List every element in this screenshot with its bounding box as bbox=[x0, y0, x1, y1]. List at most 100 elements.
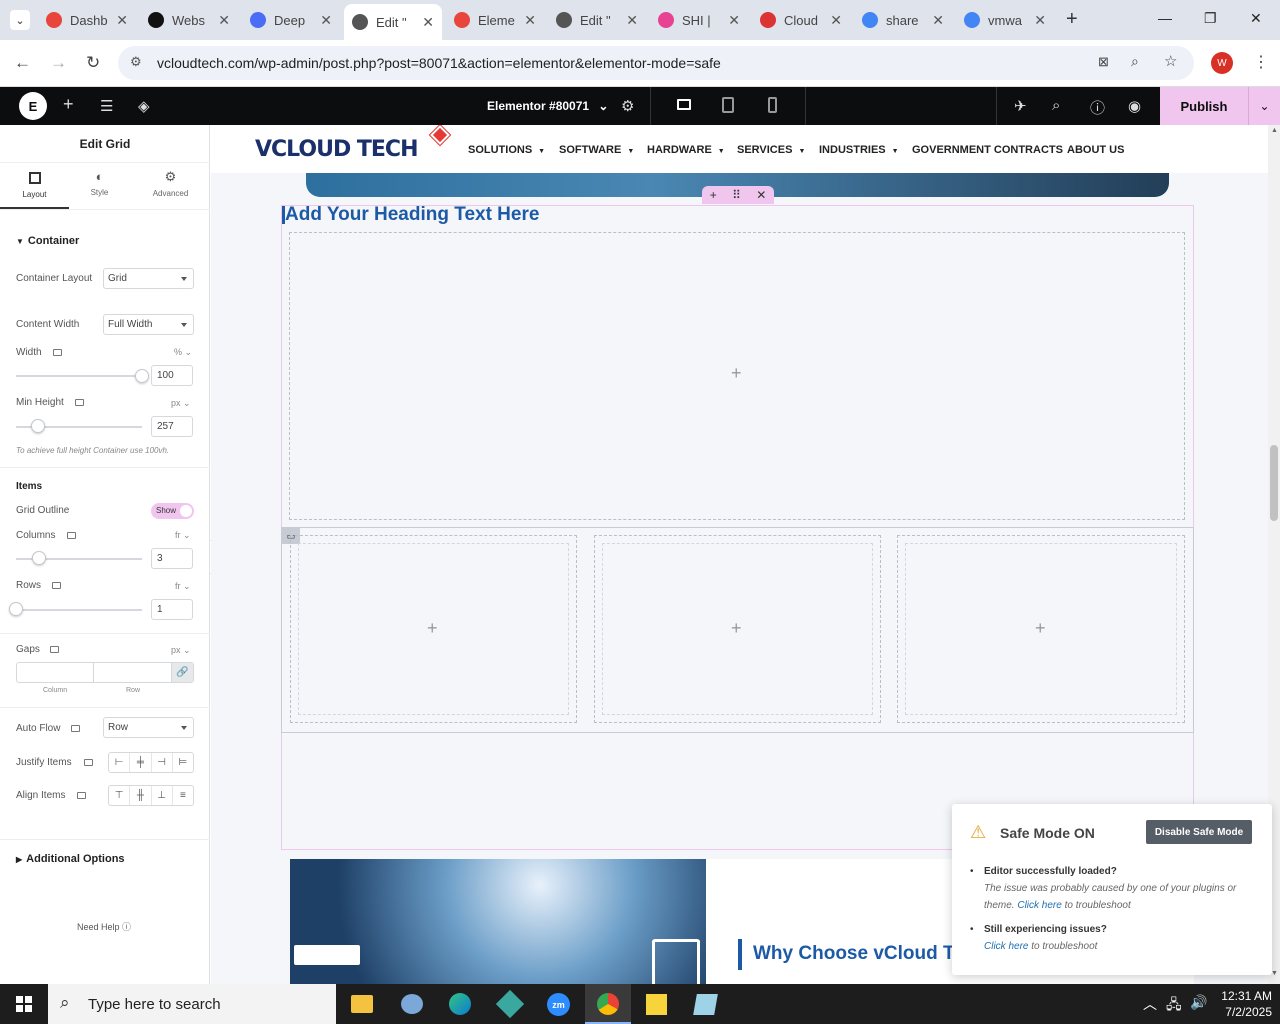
site-menu-item[interactable]: GOVERNMENT CONTRACTS bbox=[912, 144, 1063, 156]
back-icon[interactable]: ← bbox=[14, 53, 31, 73]
network-icon[interactable]: 🖧 bbox=[1166, 994, 1182, 1018]
desktop-responsive-icon[interactable] bbox=[52, 582, 61, 589]
profile-avatar[interactable]: W bbox=[1211, 52, 1233, 74]
chrome-icon[interactable] bbox=[597, 993, 619, 1015]
add-element-plus-icon[interactable]: + bbox=[427, 618, 438, 639]
restore-icon[interactable]: ❐ bbox=[1204, 10, 1217, 27]
item1-troubleshoot-link[interactable]: Click here bbox=[1017, 900, 1061, 911]
add-element-plus-icon[interactable]: + bbox=[731, 363, 742, 384]
desktop-responsive-icon[interactable] bbox=[50, 646, 59, 653]
site-info-icon[interactable]: ⚙ bbox=[130, 54, 142, 70]
justify-start-icon[interactable]: ⊢ bbox=[109, 753, 131, 772]
tab-close-icon[interactable]: ✕ bbox=[218, 12, 230, 29]
align-stretch-icon[interactable]: ≡ bbox=[173, 786, 193, 805]
need-help-link[interactable]: Need Help ⓘ bbox=[77, 920, 131, 933]
scroll-thumb[interactable] bbox=[1270, 445, 1278, 521]
heading-widget[interactable]: Add Your Heading Text Here bbox=[285, 204, 539, 226]
tab-close-icon[interactable]: ✕ bbox=[524, 12, 536, 29]
browser-tab[interactable]: Webs ✕ bbox=[140, 6, 238, 34]
tab-close-icon[interactable]: ✕ bbox=[728, 12, 740, 29]
columns-slider-handle[interactable] bbox=[32, 551, 46, 565]
publish-options-chevron-icon[interactable]: ⌄ bbox=[1248, 87, 1280, 125]
justify-stretch-icon[interactable]: ⊨ bbox=[173, 753, 193, 772]
browser-tab[interactable]: Eleme ✕ bbox=[446, 6, 544, 34]
page-settings-icon[interactable]: ⚙ bbox=[621, 97, 634, 115]
width-input[interactable]: 100 bbox=[151, 365, 193, 386]
browser-tab[interactable]: Deep ✕ bbox=[242, 6, 340, 34]
site-menu-item[interactable]: SERVICES ▼ bbox=[737, 144, 805, 156]
app-diamond-icon[interactable] bbox=[495, 989, 525, 1019]
zoom-app-icon[interactable]: zm bbox=[547, 993, 570, 1016]
align-bottom-icon[interactable]: ⊥ bbox=[152, 786, 173, 805]
section-container-toggle[interactable]: ▼ Container bbox=[16, 235, 79, 247]
app-window-icon[interactable] bbox=[693, 994, 718, 1015]
columns-unit-select[interactable]: fr ⌄ bbox=[175, 530, 191, 541]
scroll-down-arrow-icon[interactable]: ▼ bbox=[1271, 970, 1278, 977]
desktop-responsive-icon[interactable] bbox=[84, 759, 93, 766]
gaps-unit-select[interactable]: px ⌄ bbox=[171, 645, 191, 656]
help-icon[interactable]: ⓘ bbox=[1090, 97, 1105, 118]
desktop-responsive-icon[interactable] bbox=[67, 532, 76, 539]
gap-column-input[interactable] bbox=[17, 663, 94, 682]
publish-button[interactable]: Publish bbox=[1160, 87, 1248, 125]
width-unit-select[interactable]: % ⌄ bbox=[174, 347, 192, 358]
site-menu-item[interactable]: SOLUTIONS ▼ bbox=[468, 144, 545, 156]
structure-icon[interactable]: ◈ bbox=[138, 97, 150, 115]
taskbar-search[interactable]: ⌕ Type here to search bbox=[48, 984, 336, 1024]
tab-close-icon[interactable]: ✕ bbox=[1034, 12, 1046, 29]
auto-flow-select[interactable]: Row bbox=[103, 717, 194, 738]
new-tab-button[interactable]: + bbox=[1066, 8, 1078, 31]
tab-close-icon[interactable]: ✕ bbox=[116, 12, 128, 29]
width-slider-handle[interactable] bbox=[135, 369, 149, 383]
add-container-icon[interactable]: + bbox=[710, 188, 717, 202]
container-layout-select[interactable]: Grid bbox=[103, 268, 194, 289]
windows-start-icon[interactable] bbox=[16, 996, 32, 1012]
browser-tab[interactable]: share ✕ bbox=[854, 6, 952, 34]
file-explorer-icon[interactable] bbox=[351, 995, 373, 1013]
tab-close-icon[interactable]: ✕ bbox=[932, 12, 944, 29]
tab-close-icon[interactable]: ✕ bbox=[830, 12, 842, 29]
align-middle-icon[interactable]: ╫ bbox=[130, 786, 152, 805]
rows-input[interactable]: 1 bbox=[151, 599, 193, 620]
link-values-icon[interactable]: 🔗 bbox=[172, 663, 193, 682]
tray-chevron-icon[interactable]: ︿ bbox=[1143, 994, 1157, 1014]
tab-style[interactable]: ◐ Style bbox=[69, 169, 130, 209]
gap-row-input[interactable] bbox=[94, 663, 172, 682]
browser-menu-icon[interactable]: ⋮ bbox=[1253, 52, 1269, 72]
min-height-slider-handle[interactable] bbox=[31, 419, 45, 433]
close-window-icon[interactable]: ✕ bbox=[1250, 10, 1262, 27]
columns-input[interactable]: 3 bbox=[151, 548, 193, 569]
browser-tab[interactable]: Dashb ✕ bbox=[38, 6, 136, 34]
rows-unit-select[interactable]: fr ⌄ bbox=[175, 581, 191, 592]
width-slider-track[interactable] bbox=[16, 375, 142, 377]
add-element-plus-icon[interactable]: + bbox=[1035, 618, 1046, 639]
tab-close-icon[interactable]: ✕ bbox=[626, 12, 638, 29]
tab-close-icon[interactable]: ✕ bbox=[422, 14, 434, 31]
edge-icon[interactable] bbox=[449, 993, 471, 1015]
minimize-icon[interactable]: — bbox=[1158, 10, 1172, 26]
drag-grid-icon[interactable]: ⠿ bbox=[732, 188, 741, 202]
section-additional-options-toggle[interactable]: ▶ Additional Options bbox=[16, 853, 125, 865]
site-logo[interactable]: VCLOUD TECH bbox=[255, 137, 418, 162]
item2-troubleshoot-link[interactable]: Click here bbox=[984, 941, 1028, 952]
min-height-unit-select[interactable]: px ⌄ bbox=[171, 398, 191, 409]
browser-tab[interactable]: Edit " ✕ bbox=[548, 6, 646, 34]
browser-tab[interactable]: Cloud ✕ bbox=[752, 6, 850, 34]
camera-blocked-icon[interactable]: ⊠ bbox=[1098, 54, 1109, 70]
site-menu-item[interactable]: INDUSTRIES ▼ bbox=[819, 144, 899, 156]
browser-tab[interactable]: vmwa ✕ bbox=[956, 6, 1054, 34]
content-width-select[interactable]: Full Width bbox=[103, 314, 194, 335]
desktop-responsive-icon[interactable] bbox=[75, 399, 84, 406]
document-title[interactable]: Elementor #80071 ⌄ bbox=[487, 99, 608, 113]
align-top-icon[interactable]: ⊤ bbox=[109, 786, 131, 805]
site-menu-item[interactable]: HARDWARE ▼ bbox=[647, 144, 725, 156]
browser-tab[interactable]: Edit " ✕ bbox=[344, 4, 442, 40]
zoom-icon[interactable]: ⌕ bbox=[1131, 53, 1139, 70]
browser-tab[interactable]: SHI | ✕ bbox=[650, 6, 748, 34]
container-handle[interactable]: + ⠿ ✕ bbox=[702, 186, 774, 204]
justify-end-icon[interactable]: ⊣ bbox=[152, 753, 173, 772]
forward-icon[interactable]: → bbox=[50, 53, 67, 73]
tab-close-icon[interactable]: ✕ bbox=[320, 12, 332, 29]
clock[interactable]: 12:31 AM 7/2/2025 bbox=[1214, 988, 1272, 1020]
site-menu-item[interactable]: ABOUT US bbox=[1067, 144, 1124, 156]
